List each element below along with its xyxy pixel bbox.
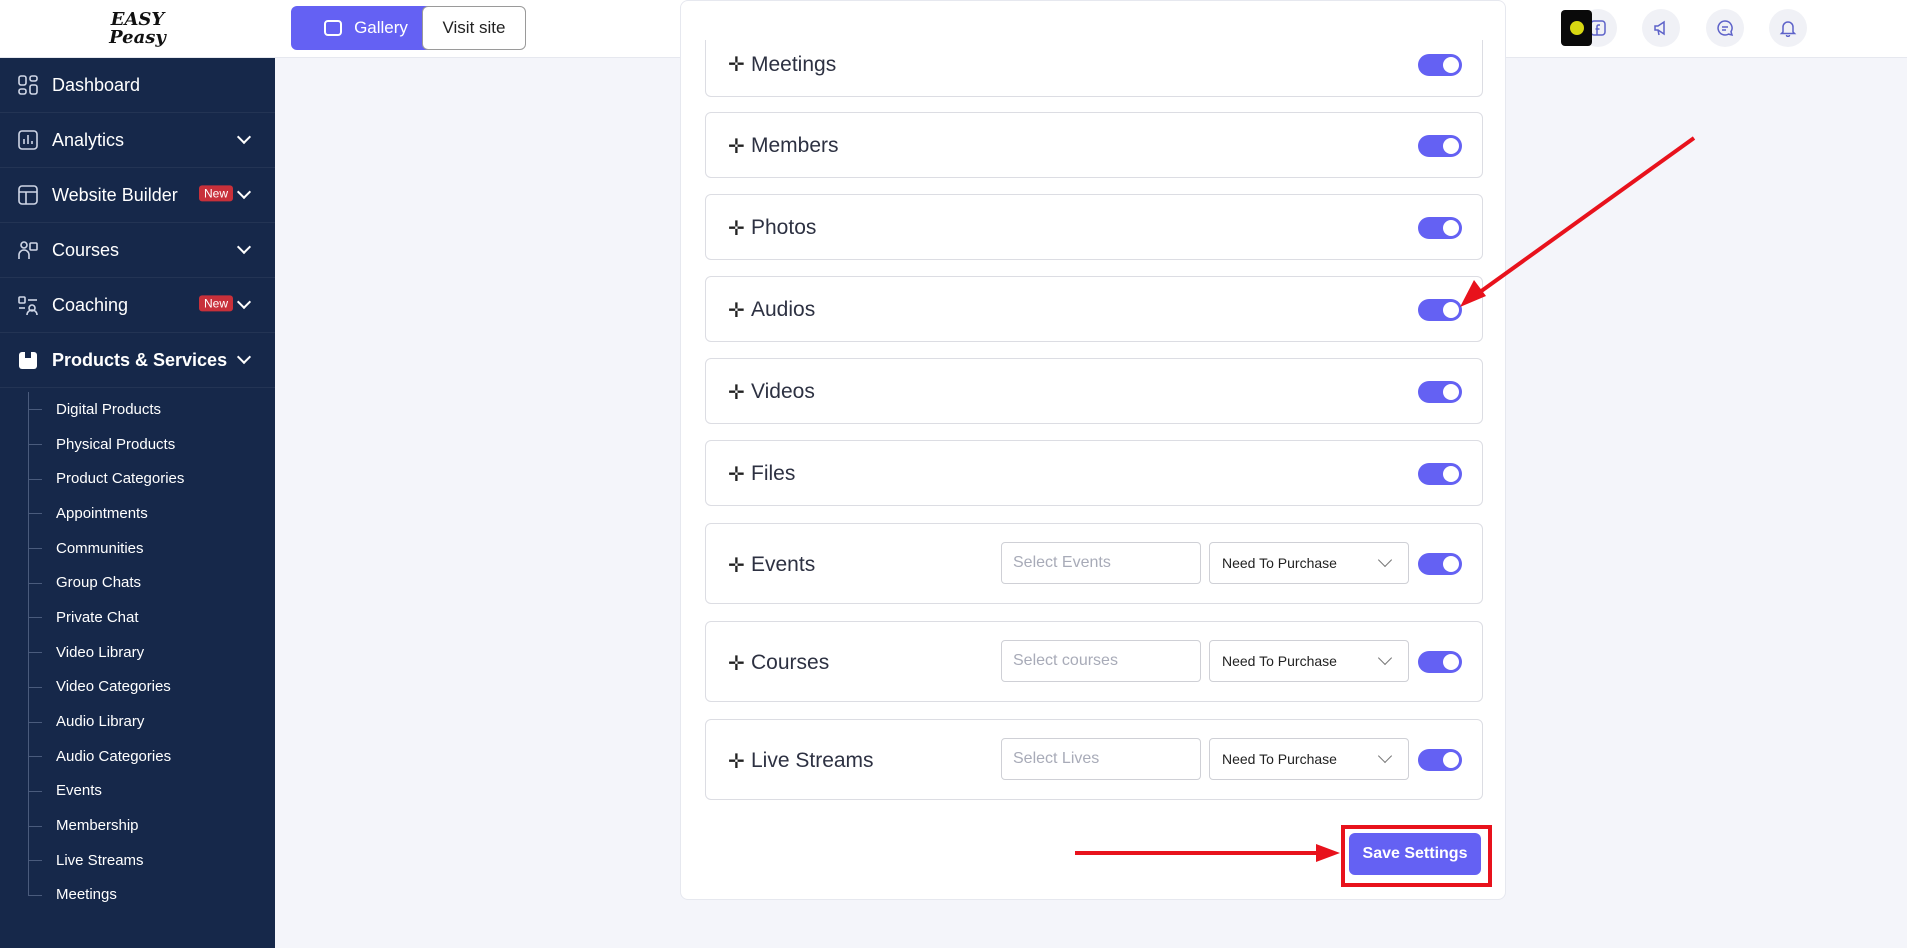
submenu-item-live-streams[interactable]: Live Streams — [28, 843, 275, 878]
chevron-down-icon — [236, 239, 252, 255]
row-label: Members — [751, 134, 839, 157]
meetings-toggle[interactable] — [1418, 54, 1462, 76]
sidebar-item-label: Coaching — [52, 294, 129, 315]
drag-handle-icon[interactable]: ✛ — [728, 219, 745, 239]
logo-area[interactable]: EASY Peasy — [0, 0, 275, 58]
sidebar-item-products-services[interactable]: Products & Services — [0, 333, 275, 388]
drag-handle-icon[interactable]: ✛ — [728, 654, 745, 674]
select-events-input[interactable] — [1001, 542, 1201, 584]
drag-handle-icon[interactable]: ✛ — [728, 383, 745, 403]
avatar-image — [1569, 21, 1584, 35]
row-label: Files — [751, 462, 796, 485]
submenu-item-communities[interactable]: Communities — [28, 531, 275, 566]
sidebar-item-analytics[interactable]: Analytics — [0, 113, 275, 168]
audios-toggle[interactable] — [1418, 299, 1462, 321]
products-submenu: Digital Products Physical Products Produ… — [0, 392, 275, 912]
videos-toggle[interactable] — [1418, 381, 1462, 403]
drag-handle-icon[interactable]: ✛ — [728, 556, 745, 576]
settings-row-files: ✛ Files — [705, 440, 1483, 506]
sidebar-item-label: Products & Services — [52, 349, 228, 370]
submenu-item-product-categories[interactable]: Product Categories — [28, 461, 275, 496]
courses-access-select[interactable]: Need To Purchase — [1209, 640, 1409, 682]
chevron-down-icon — [236, 184, 252, 200]
tree-line — [28, 392, 29, 897]
live-streams-access-select[interactable]: Need To Purchase — [1209, 738, 1409, 780]
submenu-item-video-categories[interactable]: Video Categories — [28, 670, 275, 705]
members-toggle[interactable] — [1418, 135, 1462, 157]
chevron-down-icon — [1377, 748, 1393, 764]
photos-toggle[interactable] — [1418, 217, 1462, 239]
sidebar-item-coaching[interactable]: Coaching New — [0, 278, 275, 333]
submenu-item-private-chat[interactable]: Private Chat — [28, 600, 275, 635]
save-settings-button[interactable]: Save Settings — [1349, 833, 1481, 875]
settings-row-events: ✛ Events Need To Purchase — [705, 523, 1483, 604]
layout-icon — [16, 183, 40, 207]
events-toggle[interactable] — [1418, 553, 1462, 575]
drag-handle-icon[interactable]: ✛ — [728, 301, 745, 321]
files-toggle[interactable] — [1418, 463, 1462, 485]
row-label: Live Streams — [751, 749, 874, 772]
submenu-item-membership[interactable]: Membership — [28, 808, 275, 843]
grid-icon — [16, 73, 40, 97]
row-label: Videos — [751, 380, 815, 403]
sidebar-item-label: Courses — [52, 239, 120, 260]
sidebar-item-label: Website Builder — [52, 184, 178, 205]
select-lives-input[interactable] — [1001, 738, 1201, 780]
settings-row-courses: ✛ Courses Need To Purchase — [705, 621, 1483, 702]
drag-handle-icon[interactable]: ✛ — [728, 55, 745, 75]
row-label: Photos — [751, 216, 817, 239]
avatar[interactable] — [1561, 10, 1592, 46]
new-badge: New — [198, 295, 233, 312]
chevron-down-icon — [236, 294, 252, 310]
submenu-item-audio-categories[interactable]: Audio Categories — [28, 739, 275, 774]
row-label: Audios — [751, 298, 816, 321]
visit-site-button[interactable]: Visit site — [422, 6, 526, 50]
settings-row-members: ✛ Members — [705, 112, 1483, 178]
sidebar-item-website-builder[interactable]: Website Builder New — [0, 168, 275, 223]
submenu-item-video-library[interactable]: Video Library — [28, 635, 275, 670]
drag-handle-icon[interactable]: ✛ — [728, 137, 745, 157]
settings-row-meetings: ✛ Meetings — [705, 40, 1483, 97]
row-label: Meetings — [751, 53, 837, 76]
submenu-item-meetings[interactable]: Meetings — [28, 878, 275, 913]
settings-row-photos: ✛ Photos — [705, 194, 1483, 260]
row-label: Courses — [751, 651, 830, 674]
box-icon — [16, 348, 40, 372]
submenu-item-events[interactable]: Events — [28, 774, 275, 809]
courses-toggle[interactable] — [1418, 651, 1462, 673]
logo: EASY Peasy — [109, 8, 166, 48]
submenu-item-group-chats[interactable]: Group Chats — [28, 565, 275, 600]
sidebar-item-label: Analytics — [52, 129, 125, 150]
sidebar-item-label: Dashboard — [52, 74, 141, 95]
submenu-item-appointments[interactable]: Appointments — [28, 496, 275, 531]
drag-handle-icon[interactable]: ✛ — [728, 752, 745, 772]
megaphone-icon[interactable] — [1642, 9, 1680, 47]
select-courses-input[interactable] — [1001, 640, 1201, 682]
sidebar-item-dashboard[interactable]: Dashboard — [0, 58, 275, 113]
gallery-icon — [324, 20, 343, 36]
chart-icon — [16, 128, 40, 152]
teacher-icon — [16, 238, 40, 262]
new-badge: New — [198, 185, 233, 202]
events-access-select[interactable]: Need To Purchase — [1209, 542, 1409, 584]
live-streams-toggle[interactable] — [1418, 749, 1462, 771]
settings-row-live-streams: ✛ Live Streams Need To Purchase — [705, 719, 1483, 800]
chevron-down-icon — [236, 129, 252, 145]
row-label: Events — [751, 553, 816, 576]
submenu-item-audio-library[interactable]: Audio Library — [28, 704, 275, 739]
sidebar-item-courses[interactable]: Courses — [0, 223, 275, 278]
sidebar: EASY Peasy Dashboard Analytics Website B… — [0, 0, 275, 948]
gallery-button[interactable]: Gallery — [291, 6, 441, 50]
settings-row-videos: ✛ Videos — [705, 358, 1483, 424]
chevron-down-icon — [1377, 650, 1393, 666]
settings-row-audios: ✛ Audios — [705, 276, 1483, 342]
drag-handle-icon[interactable]: ✛ — [728, 465, 745, 485]
submenu-item-digital-products[interactable]: Digital Products — [28, 392, 275, 427]
chevron-down-icon — [236, 349, 252, 365]
coaching-icon — [16, 293, 40, 317]
chevron-down-icon — [1377, 552, 1393, 568]
submenu-item-physical-products[interactable]: Physical Products — [28, 427, 275, 462]
bell-icon[interactable] — [1769, 9, 1807, 47]
chat-icon[interactable] — [1706, 9, 1744, 47]
